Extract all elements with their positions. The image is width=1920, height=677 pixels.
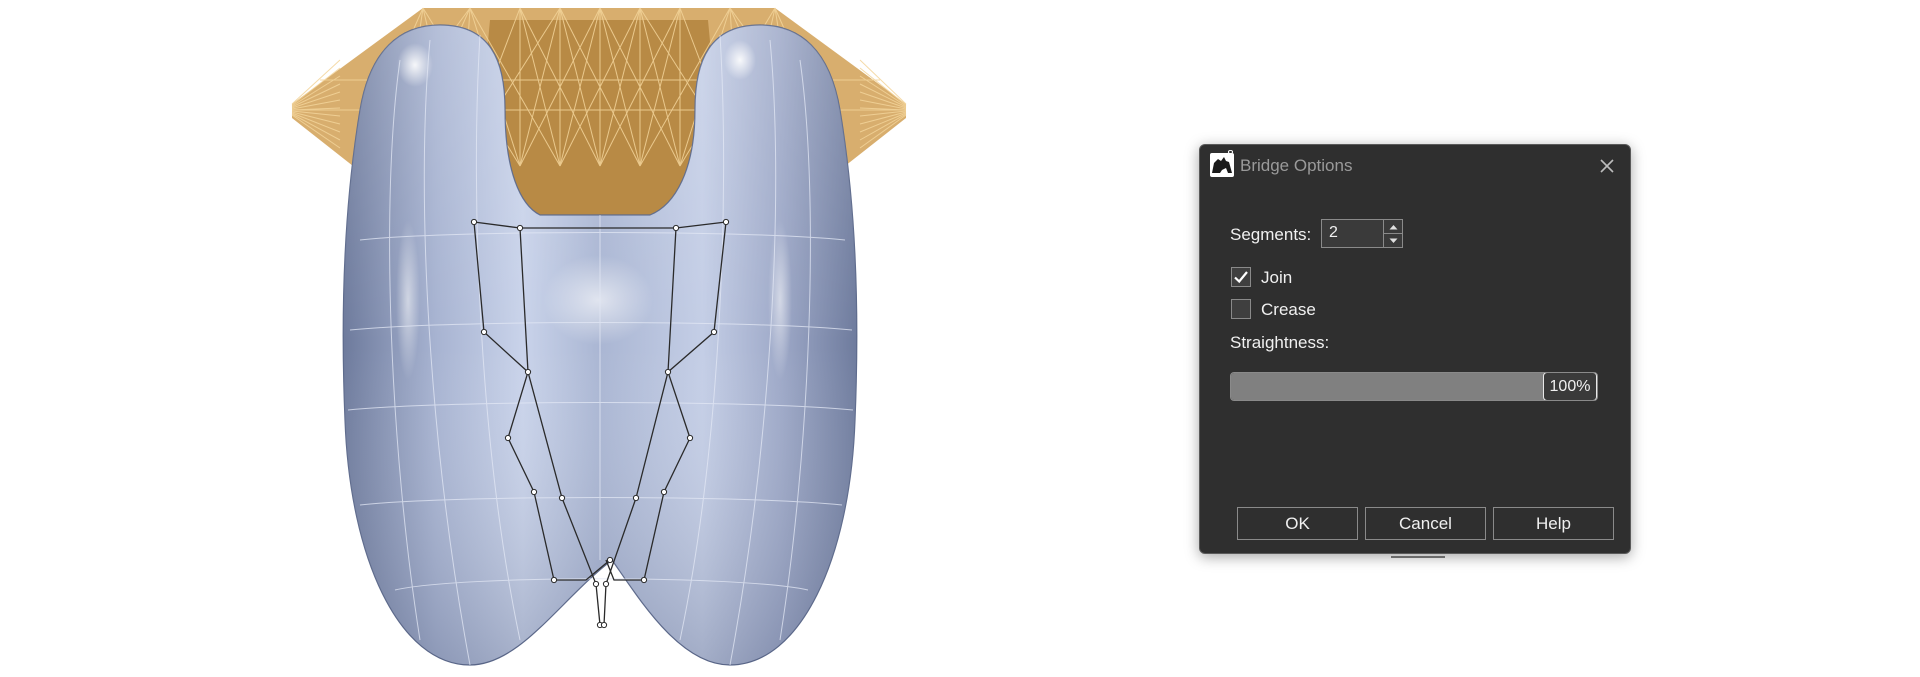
- control-point[interactable]: [600, 621, 608, 629]
- control-point[interactable]: [722, 218, 730, 226]
- control-point[interactable]: [602, 580, 610, 588]
- control-point[interactable]: [664, 368, 672, 376]
- control-point[interactable]: [672, 224, 680, 232]
- crease-label[interactable]: Crease: [1261, 300, 1316, 320]
- control-point[interactable]: [640, 576, 648, 584]
- app-version-badge: 8: [1227, 148, 1234, 161]
- control-point[interactable]: [660, 488, 668, 496]
- crease-checkbox[interactable]: [1231, 299, 1251, 319]
- spin-down-button[interactable]: [1383, 234, 1402, 247]
- control-point[interactable]: [686, 434, 694, 442]
- control-point[interactable]: [480, 328, 488, 336]
- segments-value[interactable]: 2: [1329, 224, 1338, 242]
- straightness-label: Straightness:: [1230, 333, 1330, 352]
- close-icon: [1600, 159, 1614, 173]
- control-point[interactable]: [504, 434, 512, 442]
- straightness-slider[interactable]: 100%: [1230, 372, 1598, 401]
- control-point[interactable]: [516, 224, 524, 232]
- control-point[interactable]: [470, 218, 478, 226]
- dialog-title: Bridge Options: [1240, 156, 1353, 175]
- help-button[interactable]: Help: [1493, 507, 1614, 540]
- cancel-button[interactable]: Cancel: [1365, 507, 1486, 540]
- control-point[interactable]: [606, 556, 614, 564]
- spin-up-arrow-icon: [1389, 224, 1397, 229]
- ok-button[interactable]: OK: [1237, 507, 1358, 540]
- checkmark-icon: [1234, 271, 1248, 284]
- segments-stepper[interactable]: 2: [1321, 219, 1403, 248]
- bridge-options-dialog: 8 Bridge Options Segments: 2 Join Crease…: [1199, 144, 1631, 554]
- dialog-titlebar[interactable]: 8 Bridge Options: [1200, 145, 1630, 187]
- control-point[interactable]: [710, 328, 718, 336]
- join-checkbox[interactable]: [1231, 267, 1251, 287]
- control-point[interactable]: [632, 494, 640, 502]
- control-point[interactable]: [550, 576, 558, 584]
- control-point[interactable]: [592, 580, 600, 588]
- 3d-viewport[interactable]: [0, 0, 1920, 672]
- spin-up-button[interactable]: [1383, 220, 1402, 234]
- control-point[interactable]: [530, 488, 538, 496]
- control-point[interactable]: [558, 494, 566, 502]
- join-label[interactable]: Join: [1261, 268, 1292, 288]
- spin-down-arrow-icon: [1389, 238, 1397, 243]
- control-point[interactable]: [524, 368, 532, 376]
- close-button[interactable]: [1592, 151, 1622, 181]
- segments-label: Segments:: [1230, 225, 1312, 244]
- straightness-value[interactable]: 100%: [1543, 373, 1597, 400]
- resize-grip[interactable]: [1391, 556, 1445, 558]
- model-scene: [291, 7, 907, 666]
